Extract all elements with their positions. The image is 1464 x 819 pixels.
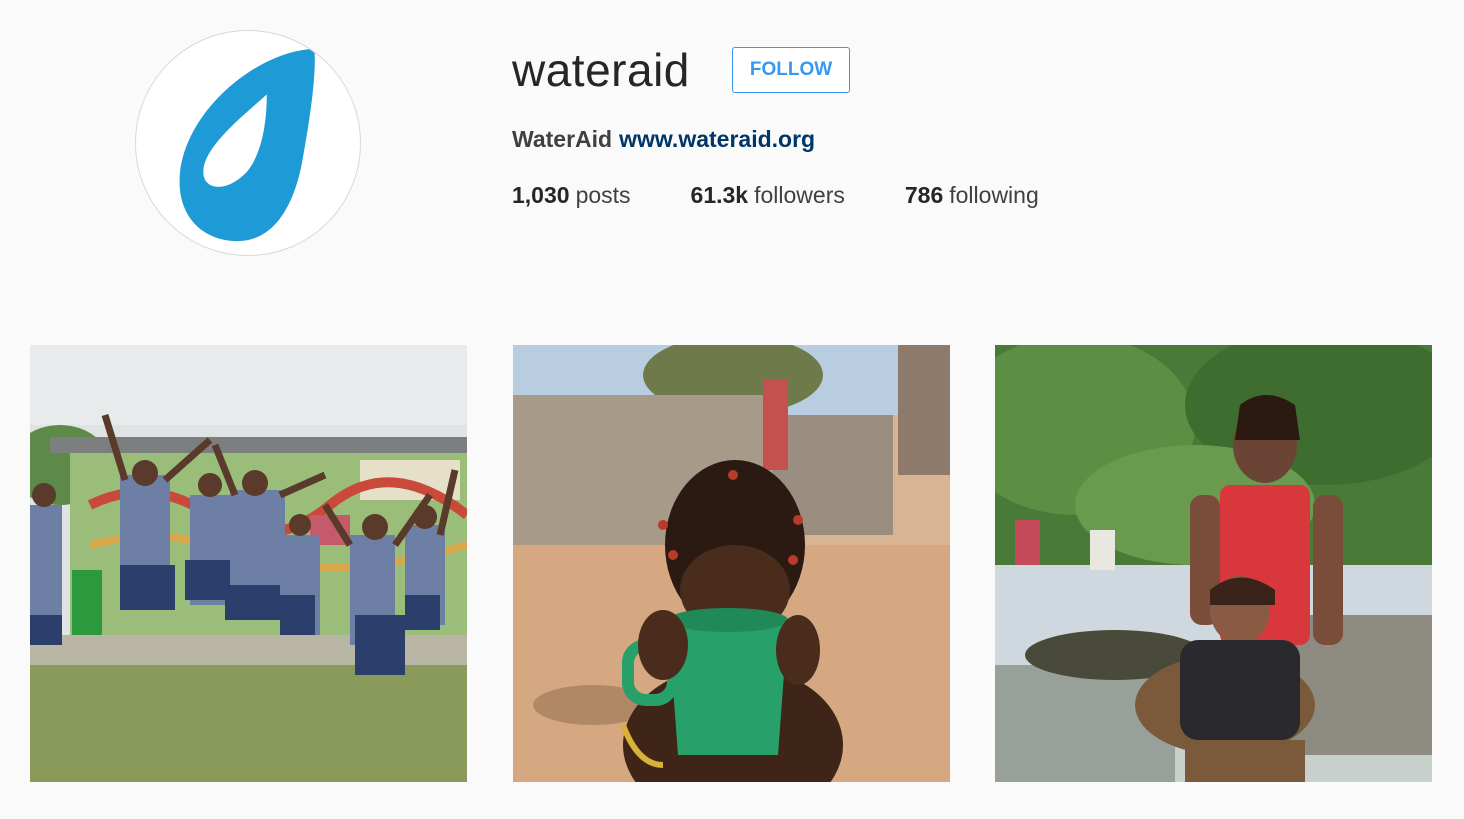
profile-full-name: WaterAid bbox=[512, 126, 613, 152]
profile-avatar[interactable] bbox=[135, 30, 361, 256]
profile-stats: 1,030 posts 61.3k followers 786 following bbox=[512, 180, 1099, 210]
post-thumbnail-2[interactable] bbox=[513, 345, 950, 782]
following-label: following bbox=[949, 182, 1039, 208]
mother-and-child-by-water-photo bbox=[995, 345, 1432, 782]
profile-website-link[interactable]: www.wateraid.org bbox=[619, 126, 815, 152]
followers-label: followers bbox=[754, 182, 845, 208]
water-drop-logo-icon bbox=[179, 48, 315, 242]
posts-stat: 1,030 posts bbox=[512, 180, 631, 210]
followers-count: 61.3k bbox=[690, 182, 749, 208]
following-count: 786 bbox=[904, 182, 944, 208]
posts-count: 1,030 bbox=[512, 182, 570, 208]
post-thumbnail-3[interactable] bbox=[995, 345, 1432, 782]
posts-label: posts bbox=[575, 182, 631, 208]
schoolgirls-jumping-photo bbox=[30, 345, 467, 782]
following-stat[interactable]: 786 following bbox=[905, 180, 1039, 210]
follow-button[interactable]: FOLLOW bbox=[732, 47, 850, 93]
child-drinking-from-green-cup-photo bbox=[513, 345, 950, 782]
profile-username: wateraid bbox=[512, 44, 690, 96]
followers-stat[interactable]: 61.3k followers bbox=[691, 180, 845, 210]
profile-page: wateraid FOLLOW WaterAid www.wateraid.org… bbox=[0, 0, 1464, 819]
post-thumbnail-1[interactable] bbox=[30, 345, 467, 782]
profile-bio: WaterAid www.wateraid.org bbox=[512, 124, 815, 154]
